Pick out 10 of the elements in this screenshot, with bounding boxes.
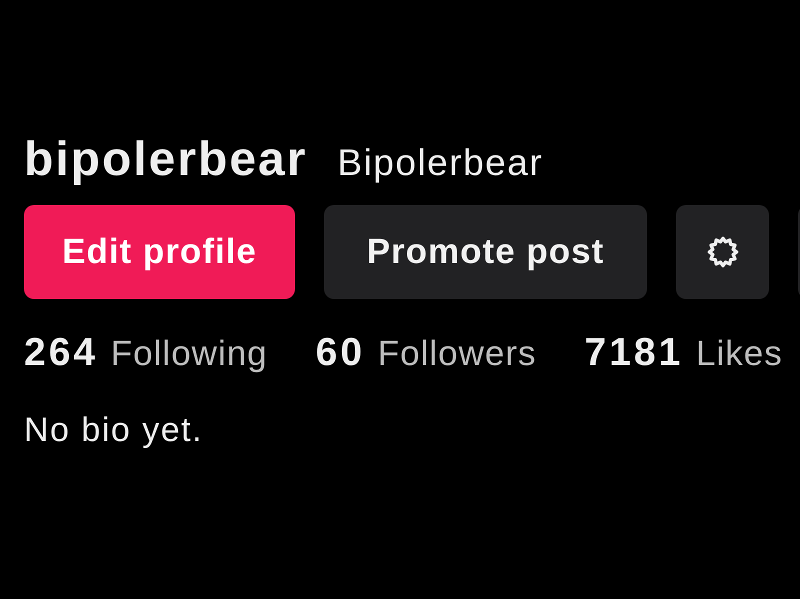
stat-text: 60 Followers (316, 331, 537, 375)
stat-text: 264 Following (24, 331, 268, 375)
promote-post-button[interactable]: Promote post (324, 205, 647, 299)
username: bipolerbear (24, 132, 308, 187)
settings-button[interactable] (676, 205, 769, 299)
edit-profile-button[interactable]: Edit profile (24, 205, 295, 299)
stat-text: 7181 Likes (584, 331, 783, 375)
settings-icon (706, 235, 740, 269)
bio-text: No bio yet. (24, 411, 204, 450)
display-name: Bipolerbear (337, 142, 544, 184)
